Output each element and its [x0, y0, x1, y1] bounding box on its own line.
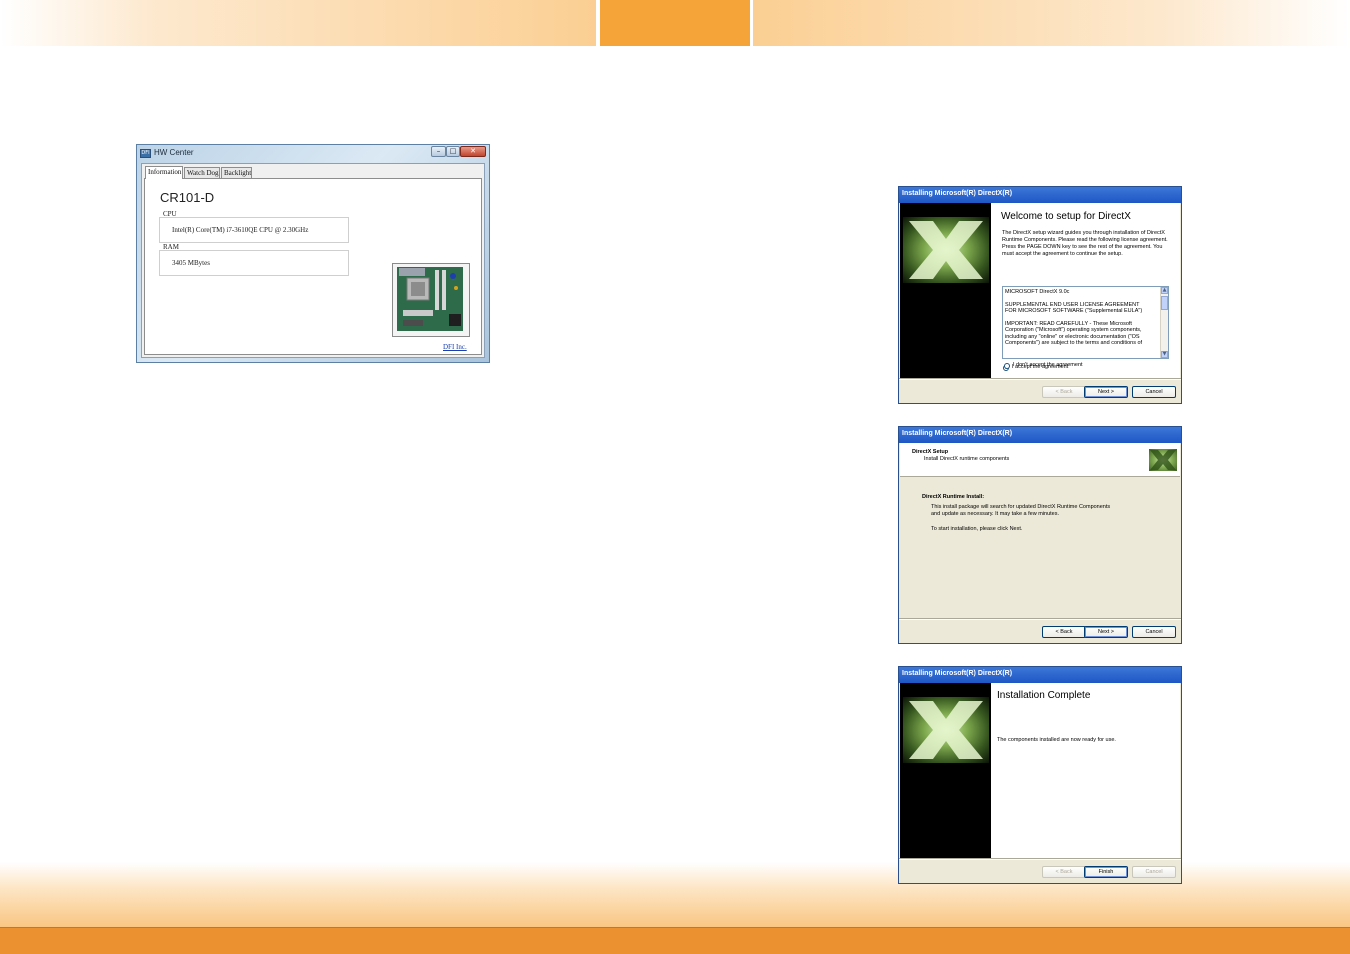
- ram-field: 3405 MBytes: [159, 250, 349, 276]
- complete-heading: Installation Complete: [997, 690, 1091, 701]
- next-button[interactable]: Next >: [1084, 386, 1128, 398]
- dfi-link[interactable]: DFI Inc.: [443, 343, 467, 351]
- directx-logo-icon: [903, 697, 989, 763]
- welcome-heading: Welcome to setup for DirectX: [1001, 211, 1131, 222]
- cancel-button[interactable]: Cancel: [1132, 626, 1176, 638]
- back-button[interactable]: < Back: [1042, 386, 1086, 398]
- directx-logo-icon: [903, 217, 989, 283]
- setup-header-subtitle: Install DirectX runtime components: [924, 456, 1010, 462]
- directx-complete-window: Installing Microsoft(R) DirectX(R) Insta…: [898, 666, 1182, 884]
- window-title: Installing Microsoft(R) DirectX(R): [902, 190, 1013, 197]
- ram-value: 3405 MBytes: [172, 259, 210, 267]
- directx-welcome-titlebar[interactable]: Installing Microsoft(R) DirectX(R): [899, 187, 1181, 203]
- directx-setup-titlebar[interactable]: Installing Microsoft(R) DirectX(R): [899, 427, 1181, 443]
- license-textbox[interactable]: MICROSOFT DirectX 9.0c SUPPLEMENTAL END …: [1002, 286, 1169, 359]
- hw-center-client: Information Watch Dog Backlight CR101-D …: [141, 163, 485, 358]
- scroll-down-icon[interactable]: ▼: [1161, 351, 1168, 358]
- hw-center-window: DFI HW Center – □ ✕ Information Watch Do…: [136, 144, 490, 363]
- button-separator: [899, 378, 1181, 380]
- cpu-value: Intel(R) Core(TM) i7-3610QE CPU @ 2.30GH…: [172, 226, 309, 234]
- license-line: Components") are subject to the terms an…: [1005, 340, 1143, 346]
- next-button[interactable]: Next >: [1084, 626, 1128, 638]
- maximize-icon[interactable]: □: [446, 146, 460, 157]
- back-button[interactable]: < Back: [1042, 626, 1086, 638]
- directx-welcome-window: Installing Microsoft(R) DirectX(R) Welco…: [898, 186, 1182, 404]
- footer-bar: [0, 928, 1350, 954]
- header-tab-accent: [600, 0, 750, 46]
- tab-backlight[interactable]: Backlight: [221, 167, 252, 178]
- setup-header: DirectX Setup Install DirectX runtime co…: [900, 443, 1180, 477]
- complete-message: The components installed are now ready f…: [997, 737, 1116, 743]
- directx-logo-icon: [1149, 449, 1177, 471]
- scroll-thumb[interactable]: [1161, 296, 1168, 310]
- header-band-right: [753, 0, 1350, 46]
- cancel-button[interactable]: Cancel: [1132, 866, 1176, 878]
- runtime-install-line2: and update as necessary. It may take a f…: [931, 511, 1059, 517]
- decline-radio[interactable]: [1004, 363, 1010, 369]
- license-scrollbar[interactable]: ▲ ▼: [1160, 287, 1168, 358]
- app-logo-icon: DFI: [140, 149, 151, 158]
- minimize-icon[interactable]: –: [431, 146, 446, 157]
- motherboard-icon: [397, 267, 463, 331]
- tab-watch-dog[interactable]: Watch Dog: [184, 167, 220, 178]
- license-line: FOR MICROSOFT SOFTWARE ("Supplemental EU…: [1005, 308, 1143, 314]
- license-text: MICROSOFT DirectX 9.0c SUPPLEMENTAL END …: [1005, 289, 1157, 347]
- cancel-button[interactable]: Cancel: [1132, 386, 1176, 398]
- directx-setup-window: Installing Microsoft(R) DirectX(R) Direc…: [898, 426, 1182, 644]
- model-name: CR101-D: [160, 190, 215, 205]
- directx-side-banner: [900, 203, 991, 378]
- runtime-install-title: DirectX Runtime Install:: [922, 494, 985, 500]
- window-title: Installing Microsoft(R) DirectX(R): [902, 430, 1013, 437]
- setup-header-title: DirectX Setup: [912, 449, 949, 455]
- directx-complete-titlebar[interactable]: Installing Microsoft(R) DirectX(R): [899, 667, 1181, 683]
- button-separator: [899, 618, 1181, 620]
- directx-side-banner: [900, 683, 991, 858]
- decline-label: I don't accept the agreement: [1013, 362, 1083, 368]
- finish-button[interactable]: Finish: [1084, 866, 1128, 878]
- motherboard-image: [392, 263, 470, 337]
- welcome-content: Welcome to setup for DirectX The DirectX…: [991, 203, 1180, 378]
- header-band-left: [0, 0, 596, 46]
- button-separator: [899, 858, 1181, 860]
- hw-center-titlebar[interactable]: DFI HW Center – □ ✕: [137, 145, 489, 162]
- welcome-intro: The DirectX setup wizard guides you thro…: [1002, 230, 1168, 257]
- window-title: HW Center: [154, 148, 194, 157]
- window-title: Installing Microsoft(R) DirectX(R): [902, 670, 1013, 677]
- tab-information[interactable]: Information: [145, 166, 183, 179]
- license-line: Corporation ("Microsoft") operating syst…: [1005, 327, 1142, 333]
- scroll-up-icon[interactable]: ▲: [1161, 287, 1168, 294]
- runtime-install-line1: This install package will search for upd…: [931, 504, 1111, 510]
- information-panel: CR101-D CPU Intel(R) Core(TM) i7-3610QE …: [144, 178, 482, 355]
- back-button[interactable]: < Back: [1042, 866, 1086, 878]
- runtime-install-line3: To start installation, please click Next…: [931, 526, 1023, 532]
- complete-content: Installation Complete The components ins…: [991, 683, 1180, 858]
- cpu-field: Intel(R) Core(TM) i7-3610QE CPU @ 2.30GH…: [159, 217, 349, 243]
- close-icon[interactable]: ✕: [460, 146, 486, 157]
